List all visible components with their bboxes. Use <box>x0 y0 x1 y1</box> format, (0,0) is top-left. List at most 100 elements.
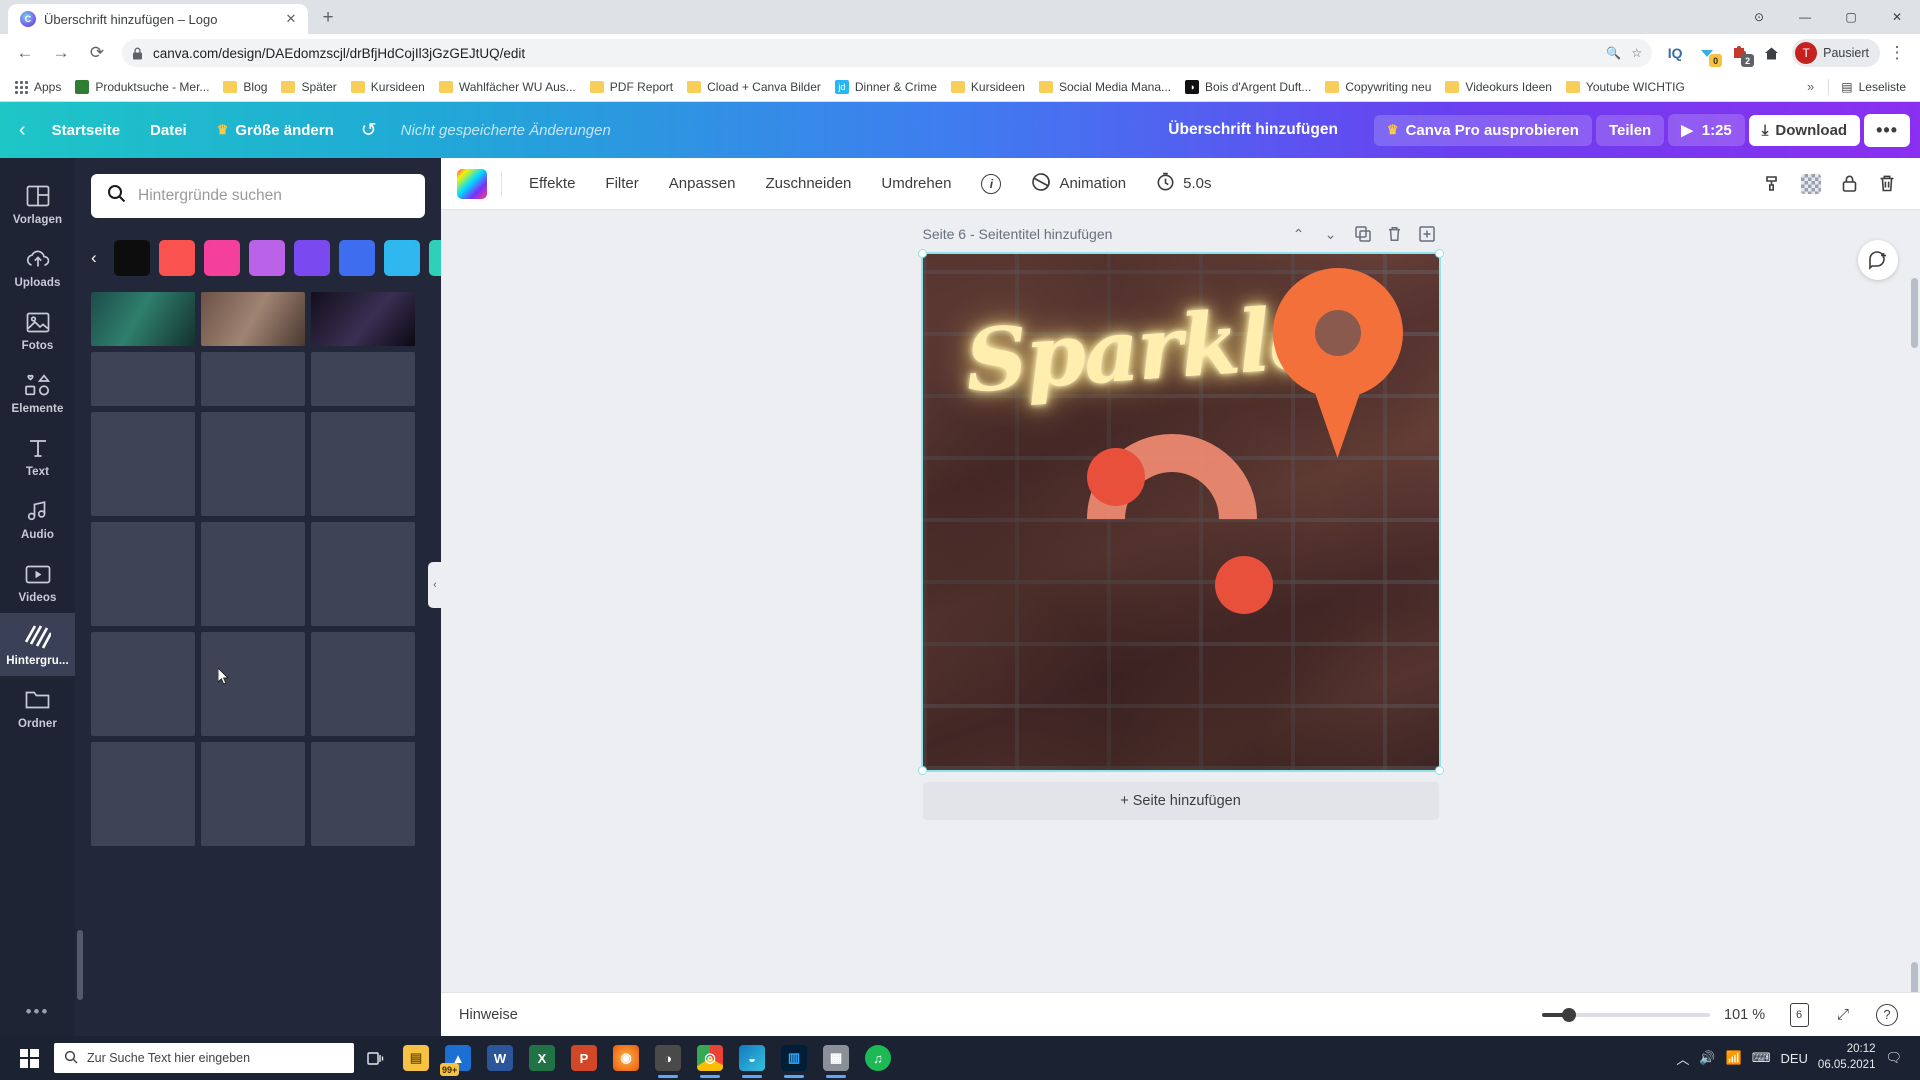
bookmark-item[interactable]: Videokurs Ideen <box>1439 77 1558 97</box>
chrome-icon[interactable]: ◎ <box>690 1036 730 1080</box>
notes-button[interactable]: Hinweise <box>459 1007 518 1023</box>
kebab-menu-icon[interactable]: ⋮ <box>1882 38 1912 68</box>
lock-icon[interactable] <box>1832 167 1866 201</box>
powerpoint-icon[interactable]: P <box>564 1036 604 1080</box>
firefox-icon[interactable]: ◉ <box>606 1036 646 1080</box>
location-pin-graphic[interactable] <box>1272 268 1403 458</box>
bookmark-item[interactable]: Produktsuche - Mer... <box>69 77 215 97</box>
more-dots-icon[interactable]: ••• <box>26 1002 50 1022</box>
expand-icon[interactable]: ⤢ <box>1828 1000 1858 1030</box>
bookmarks-overflow-icon[interactable]: » <box>1799 79 1822 94</box>
minimize-button[interactable]: — <box>1782 0 1828 34</box>
background-thumbnail[interactable] <box>91 412 195 516</box>
bookmark-item[interactable]: Wahlfächer WU Aus... <box>433 77 582 97</box>
duplicate-icon[interactable] <box>1351 222 1375 246</box>
more-icon[interactable]: ⊙ <box>1736 0 1782 34</box>
page-count-icon[interactable]: 6 <box>1784 1000 1814 1030</box>
bookmark-item[interactable]: Später <box>275 77 342 97</box>
animation-button[interactable]: Animation <box>1018 164 1139 204</box>
browser-tab[interactable]: C Überschrift hinzufügen – Logo ✕ <box>8 4 308 34</box>
background-thumbnail[interactable] <box>311 292 415 346</box>
bookmark-item[interactable]: Cload + Canva Bilder <box>681 77 827 97</box>
star-icon[interactable]: ☆ <box>1631 46 1642 60</box>
volume-icon[interactable]: 🔊 <box>1699 1050 1715 1066</box>
windows-start-icon[interactable] <box>6 1036 52 1080</box>
selection-handle[interactable] <box>1434 249 1444 258</box>
close-window-button[interactable]: ✕ <box>1874 0 1920 34</box>
browser-alt-icon[interactable]: ◑ <box>648 1036 688 1080</box>
forward-icon[interactable]: → <box>44 36 78 70</box>
language-indicator[interactable]: DEU <box>1780 1051 1807 1066</box>
color-swatch-teal[interactable] <box>429 240 441 276</box>
bookmark-item[interactable]: Copywriting neu <box>1319 77 1437 97</box>
background-thumbnail[interactable] <box>91 742 195 846</box>
close-icon[interactable]: ✕ <box>282 10 300 28</box>
background-thumbnail[interactable] <box>201 292 305 346</box>
adjust-button[interactable]: Anpassen <box>656 167 749 200</box>
design-title[interactable]: Überschrift hinzufügen <box>1154 114 1352 146</box>
present-button[interactable]: ▶ 1:25 <box>1668 114 1745 146</box>
bookmark-item[interactable]: Blog <box>217 77 273 97</box>
scroll-thumb-top[interactable] <box>1911 278 1918 348</box>
background-thumbnail[interactable] <box>201 412 305 516</box>
trash-icon[interactable] <box>1383 222 1407 246</box>
crop-button[interactable]: Zuschneiden <box>752 167 864 200</box>
color-swatch[interactable] <box>457 168 487 199</box>
reading-list-button[interactable]: ▤ Leseliste <box>1835 77 1912 97</box>
background-thumbnail[interactable] <box>311 522 415 626</box>
background-thumbnail[interactable] <box>91 292 195 346</box>
color-swatch-pink[interactable] <box>204 240 240 276</box>
background-thumbnail[interactable] <box>311 412 415 516</box>
home-icon[interactable] <box>1756 38 1786 68</box>
add-page-button[interactable]: + Seite hinzufügen <box>922 782 1439 820</box>
address-bar[interactable]: canva.com/design/DAEdomzscjl/drBfjHdCojI… <box>122 39 1653 67</box>
background-thumbnail[interactable] <box>311 352 415 406</box>
selection-handle[interactable] <box>1434 766 1444 775</box>
page-title[interactable]: Seite 6 - Seitentitel hinzufügen <box>923 226 1279 242</box>
design-canvas-page[interactable]: Sparkle <box>917 249 1444 775</box>
zoom-knob[interactable] <box>1562 1007 1576 1022</box>
copy-style-icon[interactable] <box>1756 167 1790 201</box>
color-swatch-purple[interactable] <box>249 240 285 276</box>
chevron-left-icon[interactable]: ‹ <box>91 248 105 268</box>
background-thumbnail[interactable] <box>311 742 415 846</box>
iq-extension-icon[interactable]: IQ <box>1660 38 1690 68</box>
tray-chevron-icon[interactable]: ︿ <box>1676 1049 1689 1068</box>
more-options-button[interactable]: ••• <box>1864 113 1910 147</box>
undo-icon[interactable]: ↺ <box>351 113 387 148</box>
selection-handle[interactable] <box>917 249 927 258</box>
background-thumbnail[interactable] <box>201 352 305 406</box>
add-page-icon[interactable] <box>1415 222 1439 246</box>
trash-icon[interactable] <box>1870 167 1904 201</box>
selection-handle[interactable] <box>917 766 927 775</box>
zoom-slider[interactable] <box>1542 1007 1710 1022</box>
sidebar-item-audio[interactable]: Audio <box>0 487 75 550</box>
download-button[interactable]: ⤓ Download <box>1748 114 1861 146</box>
sidebar-item-elemente[interactable]: Elemente <box>0 361 75 424</box>
bookmark-item[interactable]: Kursideen <box>345 77 431 97</box>
flip-button[interactable]: Umdrehen <box>868 167 964 200</box>
filter-button[interactable]: Filter <box>592 167 651 200</box>
effects-button[interactable]: Effekte <box>516 167 588 200</box>
new-tab-button[interactable]: + <box>314 4 342 32</box>
bookmark-item[interactable]: Social Media Mana... <box>1033 77 1177 97</box>
bookmark-item[interactable]: PDF Report <box>584 77 679 97</box>
canvas-vertical-scrollbar[interactable] <box>1910 270 1918 1014</box>
network-icon[interactable]: 📶 <box>1726 1050 1742 1066</box>
transparency-icon[interactable] <box>1794 167 1828 201</box>
chevron-left-icon[interactable]: ‹ <box>10 113 35 148</box>
background-thumbnail[interactable] <box>91 632 195 736</box>
background-thumbnail[interactable] <box>201 522 305 626</box>
color-swatch-violet[interactable] <box>294 240 330 276</box>
notification-icon[interactable]: 🗨 <box>1885 1050 1902 1066</box>
background-thumbnail[interactable] <box>91 522 195 626</box>
search-icon[interactable]: 🔍 <box>1606 46 1621 60</box>
chevron-down-icon[interactable]: ⌄ <box>1319 222 1343 246</box>
bookmark-item[interactable]: ◑ Bois d'Argent Duft... <box>1179 77 1317 97</box>
sidebar-item-uploads[interactable]: Uploads <box>0 235 75 298</box>
spotify-icon[interactable]: ♫ <box>858 1036 898 1080</box>
edge-icon[interactable]: ◒ <box>732 1036 772 1080</box>
duration-button[interactable]: 5.0s <box>1143 164 1224 203</box>
mail-icon[interactable]: ▲ 99+ <box>438 1036 478 1080</box>
color-swatch-cyan[interactable] <box>384 240 420 276</box>
